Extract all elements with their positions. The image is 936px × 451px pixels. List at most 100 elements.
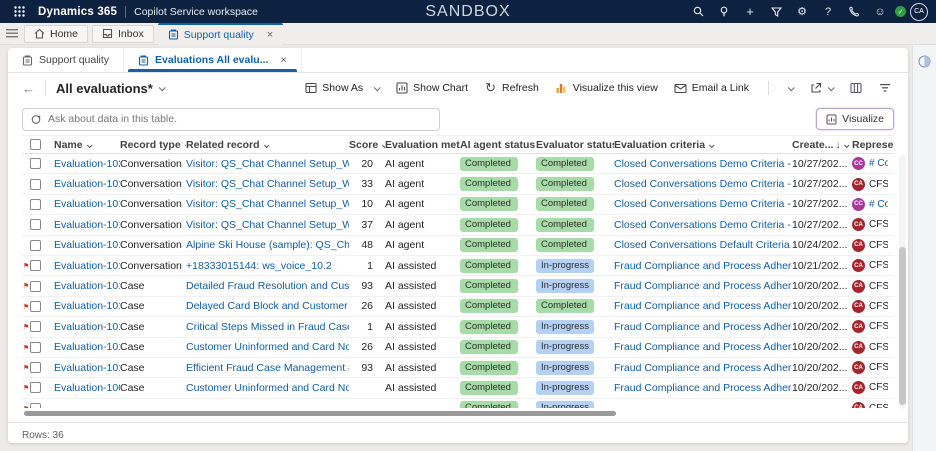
email-a-link-button[interactable]: Email a Link: [667, 78, 756, 99]
row-checkbox[interactable]: ⚑: [22, 378, 54, 397]
related-record-cell[interactable]: Alpine Ski House (sample): QS_Chat Chann…: [186, 239, 349, 251]
evaluation-criteria-cell[interactable]: Fraud Compliance and Process Adherence w…: [614, 321, 792, 333]
phone-dialer-icon[interactable]: [843, 3, 865, 21]
evaluation-criteria-cell[interactable]: Fraud Compliance and Process Adherence: [614, 382, 792, 394]
refresh-button[interactable]: ↻ Refresh: [477, 78, 546, 99]
criteria-link[interactable]: Fraud Compliance and Process Adherence w…: [614, 280, 792, 292]
criteria-link[interactable]: Fraud Compliance and Process Adherence w…: [614, 362, 792, 374]
view-tab-evaluations[interactable]: Evaluations All evalu... ×: [124, 48, 302, 72]
session-tab-inbox[interactable]: Inbox: [92, 25, 154, 43]
name-cell[interactable]: Evaluation-1015: [54, 260, 120, 272]
representative-cell[interactable]: CACFS admin: [852, 341, 894, 354]
name-cell[interactable]: Evaluation-1019: [54, 178, 120, 190]
name-cell[interactable]: Evaluation-1012: [54, 300, 120, 312]
table-row[interactable]: ⚑ Evaluation-1013 Case Critical Steps Mi…: [22, 317, 894, 337]
name-cell[interactable]: Evaluation-1017: [54, 219, 120, 231]
related-record-cell[interactable]: Visitor: QS_Chat Channel Setup_Workstrea…: [186, 219, 349, 231]
column-header-score[interactable]: Score: [349, 139, 385, 151]
name-cell[interactable]: Evaluation-1013: [54, 321, 120, 333]
table-row[interactable]: ⚑ Evaluation-1017 Conversation Visitor: …: [22, 215, 894, 235]
evaluation-criteria-cell[interactable]: Closed Conversations Demo Criteria - Fin…: [614, 158, 792, 170]
related-record-link[interactable]: Visitor: QS_Chat Channel Setup_Workstrea…: [186, 178, 349, 190]
table-row[interactable]: ⚑ Evaluation-1015 Conversation +18333015…: [22, 256, 894, 276]
copilot-icon[interactable]: [918, 55, 931, 451]
representative-cell[interactable]: CACFS admin: [852, 320, 894, 333]
evaluation-link[interactable]: Evaluation-1015: [54, 260, 120, 272]
evaluation-criteria-cell[interactable]: Closed Conversations Demo Criteria - Fin…: [614, 219, 792, 231]
related-record-link[interactable]: Alpine Ski House (sample): QS_Chat Chann…: [186, 239, 349, 251]
row-checkbox[interactable]: ⚑: [22, 195, 54, 214]
add-plus-icon[interactable]: +: [739, 3, 761, 21]
back-button[interactable]: ←: [22, 81, 35, 96]
criteria-link[interactable]: Fraud Compliance and Process Adherence w…: [614, 321, 792, 333]
presence-available-icon[interactable]: ✓: [895, 6, 906, 17]
table-row[interactable]: ⚑ Completed In-progress CACFS admin: [22, 399, 894, 408]
name-cell[interactable]: Evaluation-1016: [54, 239, 120, 251]
representative-cell[interactable]: CACFS admin: [852, 259, 894, 272]
table-row[interactable]: ⚑ Evaluation-1019 Conversation Visitor: …: [22, 174, 894, 194]
related-record-cell[interactable]: +18333015144: ws_voice_10.2: [186, 260, 349, 272]
table-row[interactable]: ⚑ Evaluation-1014 Case Customer Uninform…: [22, 338, 894, 358]
name-cell[interactable]: Evaluation-1009: [54, 382, 120, 394]
ask-data-search-box[interactable]: [22, 108, 440, 131]
row-checkbox[interactable]: ⚑: [22, 297, 54, 316]
related-record-link[interactable]: Customer Uninformed and Card Not Blocked: [186, 341, 349, 353]
related-record-link[interactable]: Efficient Fraud Case Management and Educ…: [186, 362, 349, 374]
table-row[interactable]: ⚑ Evaluation-1012 Case Delayed Card Bloc…: [22, 297, 894, 317]
column-header-representative[interactable]: Representative: [852, 139, 894, 151]
related-record-link[interactable]: Delayed Card Block and Customer Left Uni…: [186, 300, 349, 312]
brand-title[interactable]: Dynamics 365: [38, 6, 117, 18]
row-checkbox[interactable]: ⚑: [22, 399, 54, 408]
representative-name[interactable]: CFS admin: [869, 342, 888, 353]
column-header-evaluator-status[interactable]: Evaluator status: [536, 139, 614, 151]
related-record-link[interactable]: Critical Steps Missed in Fraud Case Hand…: [186, 321, 349, 333]
feedback-smiley-icon[interactable]: ☺: [869, 3, 891, 21]
related-record-link[interactable]: Visitor: QS_Chat Channel Setup_Workstrea…: [186, 219, 349, 231]
column-header-ai-agent-status[interactable]: AI agent status: [460, 139, 536, 151]
representative-name[interactable]: CFS admin: [869, 382, 888, 393]
user-avatar[interactable]: CA: [910, 3, 928, 21]
evaluation-criteria-cell[interactable]: Closed Conversations Demo Criteria - Fin…: [614, 178, 792, 190]
column-header-name[interactable]: Name: [54, 139, 120, 151]
related-record-link[interactable]: +18333015144: ws_voice_10.2: [186, 260, 332, 272]
representative-cell[interactable]: CACFS admin: [852, 280, 894, 293]
evaluation-criteria-cell[interactable]: Closed Conversations Default Criteria: [614, 239, 792, 251]
name-cell[interactable]: Evaluation-1018: [54, 198, 120, 210]
evaluation-link[interactable]: Evaluation-1020: [54, 158, 120, 170]
representative-cell[interactable]: CACFS admin: [852, 239, 894, 252]
row-checkbox[interactable]: ⚑: [22, 256, 54, 275]
evaluation-link[interactable]: Evaluation-1011: [54, 280, 120, 292]
filter-funnel-icon[interactable]: [765, 3, 787, 21]
representative-cell[interactable]: CACFS admin: [852, 218, 894, 231]
table-row[interactable]: ⚑ Evaluation-1009 Case Customer Uninform…: [22, 378, 894, 398]
evaluation-link[interactable]: Evaluation-1017: [54, 219, 120, 231]
representative-cell[interactable]: CC# Contact: [852, 198, 894, 211]
representative-cell[interactable]: CC# Contact: [852, 157, 894, 170]
representative-name[interactable]: CFS admin: [869, 260, 888, 271]
site-map-icon[interactable]: [0, 25, 24, 43]
representative-name[interactable]: CFS admin: [869, 219, 888, 230]
related-record-link[interactable]: Visitor: QS_Chat Channel Setup_Workstrea…: [186, 198, 349, 210]
criteria-link[interactable]: Closed Conversations Default Criteria: [614, 239, 790, 251]
name-cell[interactable]: Evaluation-1010: [54, 362, 120, 374]
session-tab-support-quality[interactable]: Support quality ×: [158, 23, 283, 45]
close-tab-icon[interactable]: ×: [280, 54, 286, 66]
evaluation-link[interactable]: Evaluation-1012: [54, 300, 120, 312]
ask-data-input[interactable]: [48, 113, 431, 125]
name-cell[interactable]: Evaluation-1020: [54, 158, 120, 170]
settings-gear-icon[interactable]: ⚙: [791, 3, 813, 21]
visualize-this-view-button[interactable]: Visualize this view: [548, 78, 665, 99]
view-tab-support-quality[interactable]: Support quality: [8, 48, 124, 72]
representative-name[interactable]: # Contact: [869, 199, 888, 210]
evaluation-link[interactable]: Evaluation-1018: [54, 198, 120, 210]
criteria-link[interactable]: Fraud Compliance and Process Adherence w…: [614, 300, 792, 312]
chevron-down-icon[interactable]: [158, 84, 165, 91]
horizontal-scrollbar[interactable]: [22, 410, 894, 418]
horizontal-scrollbar-thumb[interactable]: [24, 411, 616, 416]
representative-cell[interactable]: CACFS admin: [852, 402, 894, 408]
representative-name[interactable]: CFS admin: [869, 240, 888, 251]
overflow-commands-button[interactable]: [781, 82, 800, 95]
close-tab-icon[interactable]: ×: [267, 29, 273, 41]
select-all-checkbox[interactable]: [22, 136, 54, 153]
representative-name[interactable]: CFS admin: [869, 301, 888, 312]
